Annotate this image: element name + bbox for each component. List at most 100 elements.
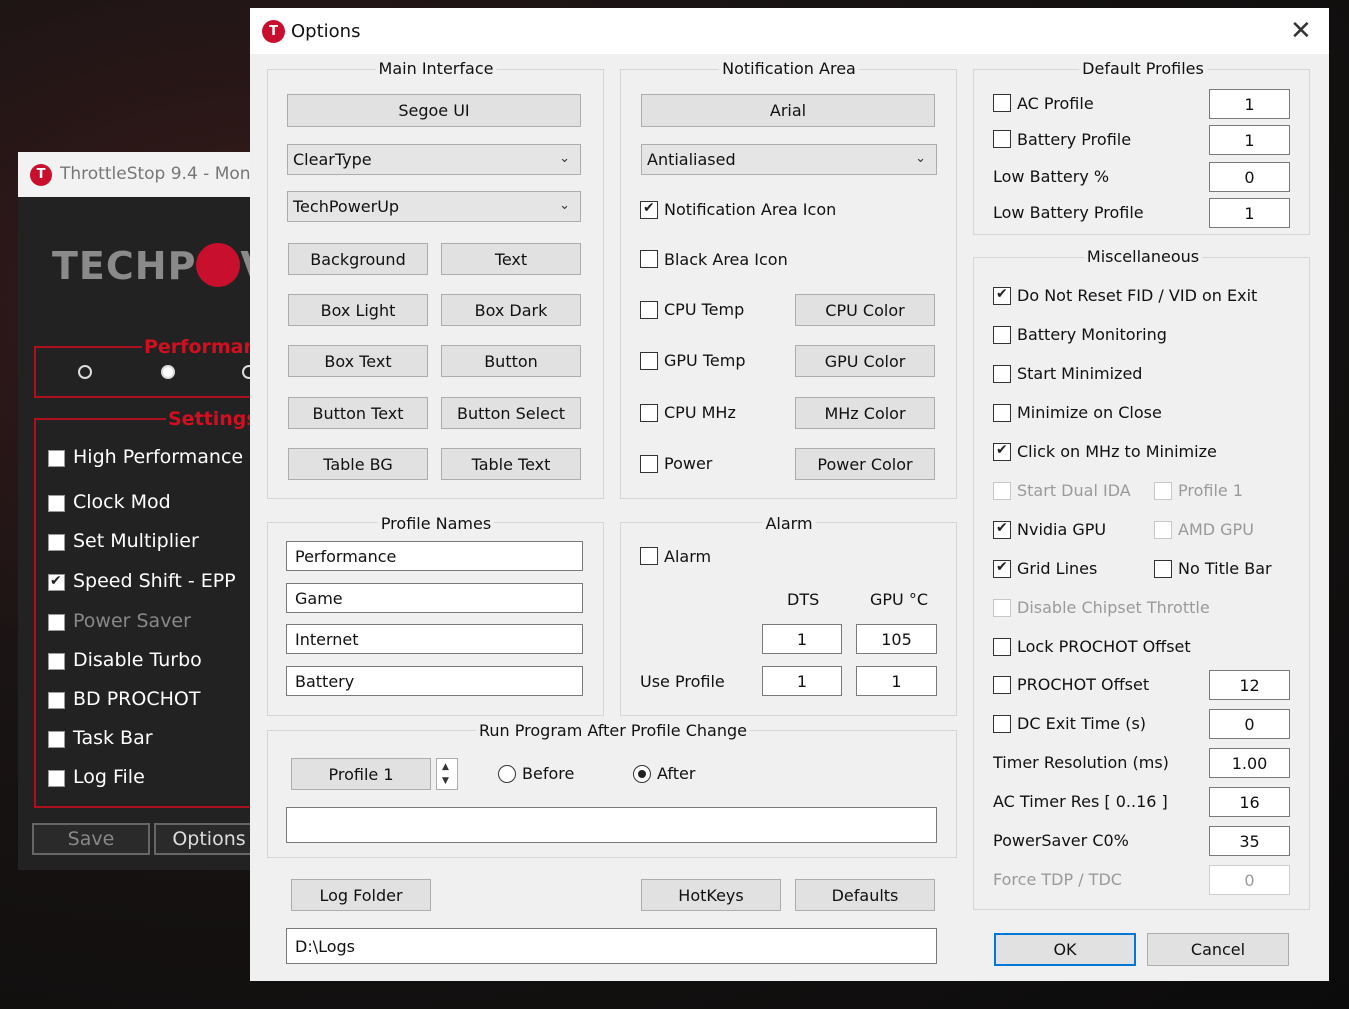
color-button[interactable]: Table Text (441, 448, 581, 480)
prochot-offset-checkbox[interactable] (993, 676, 1011, 694)
notification-color-button[interactable]: GPU Color (795, 345, 935, 377)
grid-lines-checkbox[interactable] (993, 559, 1011, 578)
notification-font-button[interactable]: Arial (641, 94, 935, 127)
dc-exit-time-checkbox[interactable] (993, 715, 1011, 733)
hotkeys-button[interactable]: HotKeys (641, 879, 781, 911)
cancel-button[interactable]: Cancel (1147, 933, 1289, 966)
powersaver-c0-input[interactable]: 35 (1209, 826, 1290, 856)
battery-monitoring-checkbox[interactable] (993, 326, 1011, 344)
default-profile-input[interactable]: 1 (1209, 198, 1290, 228)
color-button[interactable]: Box Dark (441, 294, 581, 326)
run-program-command-input[interactable] (286, 807, 937, 843)
profile-radio-1[interactable] (78, 365, 92, 379)
profile-name-input[interactable]: Game (286, 583, 583, 613)
log-folder-button[interactable]: Log Folder (291, 879, 431, 911)
log-path-input[interactable]: D:\Logs (286, 928, 937, 964)
power-icon (196, 242, 241, 287)
prochot-offset-input[interactable]: 12 (1209, 670, 1290, 700)
notification-metric-checkbox[interactable] (640, 352, 658, 370)
default-profile-checkbox[interactable] (993, 94, 1011, 112)
default-profile-input[interactable]: 0 (1209, 162, 1290, 192)
profile-radio-2[interactable] (161, 365, 175, 379)
color-button[interactable]: Button (441, 345, 581, 377)
ts-setting-checkbox[interactable] (48, 450, 65, 467)
color-button[interactable]: Box Text (288, 345, 428, 377)
ts-setting-checkbox[interactable] (48, 653, 65, 670)
start-minimized-checkbox[interactable] (993, 365, 1011, 383)
notification-metric-checkbox[interactable] (640, 404, 658, 422)
color-button[interactable]: Box Light (288, 294, 428, 326)
ts-setting-checkbox[interactable] (48, 614, 65, 631)
after-radio[interactable] (633, 765, 651, 783)
main-interface-group (267, 69, 604, 499)
color-button[interactable]: Table BG (288, 448, 428, 480)
ts-window-title: ThrottleStop 9.4 - Monit (60, 164, 262, 184)
profile-name-input[interactable]: Performance (286, 541, 583, 571)
alarm-legend: Alarm (762, 514, 816, 533)
chevron-down-icon: ⌄ (559, 151, 570, 166)
color-button[interactable]: Background (288, 243, 428, 275)
dc-exit-time-input[interactable]: 0 (1209, 709, 1290, 739)
miscellaneous-legend: Miscellaneous (1083, 247, 1203, 266)
alarm-checkbox[interactable] (640, 547, 658, 565)
lock-prochot-checkbox[interactable] (993, 638, 1011, 656)
ts-setting-checkbox[interactable] (48, 770, 65, 787)
no-title-bar-checkbox[interactable] (1154, 560, 1172, 578)
color-button[interactable]: Button Text (288, 397, 428, 429)
notification-metric-checkbox[interactable] (640, 455, 658, 473)
ts-setting-checkbox[interactable] (48, 731, 65, 748)
notification-color-button[interactable]: CPU Color (795, 294, 935, 326)
spin-down-icon[interactable]: ▼ (442, 776, 449, 786)
use-profile-dts-input[interactable]: 1 (762, 666, 842, 696)
main-theme-select[interactable]: TechPowerUp ⌄ (287, 191, 581, 222)
notification-render-value: Antialiased (647, 150, 736, 169)
ts-setting-checkbox[interactable] (48, 495, 65, 512)
ts-setting-checkbox[interactable] (48, 692, 65, 709)
notification-render-select[interactable]: Antialiased ⌄ (641, 144, 937, 175)
alarm-gpu-input[interactable]: 105 (856, 624, 937, 654)
default-profile-input[interactable]: 1 (1209, 89, 1290, 119)
ok-button[interactable]: OK (994, 933, 1136, 966)
black-area-icon-checkbox[interactable] (640, 250, 658, 268)
notification-area-icon-checkbox[interactable] (640, 200, 658, 219)
click-mhz-checkbox[interactable] (993, 442, 1011, 461)
default-profile-checkbox[interactable] (993, 130, 1011, 148)
notification-metric-checkbox[interactable] (640, 301, 658, 319)
ts-titlebar[interactable]: T ThrottleStop 9.4 - Monit (18, 152, 262, 197)
defaults-button[interactable]: Defaults (795, 879, 935, 911)
default-profile-input[interactable]: 1 (1209, 125, 1290, 155)
color-button[interactable]: Button Select (441, 397, 581, 429)
before-radio[interactable] (498, 765, 516, 783)
ts-setting-checkbox[interactable] (48, 573, 65, 591)
close-icon[interactable]: ✕ (1290, 16, 1312, 46)
nvidia-gpu-checkbox[interactable] (993, 520, 1011, 539)
profile1-label: Profile 1 (1178, 481, 1244, 500)
notification-color-button[interactable]: Power Color (795, 448, 935, 480)
use-profile-gpu-input[interactable]: 1 (856, 666, 937, 696)
ts-save-button[interactable]: Save (32, 823, 150, 855)
brand-text: TECHP (52, 244, 197, 288)
profile-select-button[interactable]: Profile 1 (291, 758, 431, 790)
minimize-on-close-checkbox[interactable] (993, 404, 1011, 422)
notification-area-group (620, 69, 957, 499)
ts-setting-checkbox[interactable] (48, 534, 65, 551)
main-render-select[interactable]: ClearType ⌄ (287, 144, 581, 175)
notification-color-button[interactable]: MHz Color (795, 397, 935, 429)
timer-resolution-input[interactable]: 1.00 (1209, 748, 1290, 778)
spin-up-icon[interactable]: ▲ (442, 762, 449, 772)
ac-timer-res-input[interactable]: 16 (1209, 787, 1290, 817)
profile-name-input[interactable]: Internet (286, 624, 583, 654)
color-button[interactable]: Text (441, 243, 581, 275)
profile-name-input[interactable]: Battery (286, 666, 583, 696)
ts-options-button[interactable]: Options (154, 823, 264, 855)
main-font-button[interactable]: Segoe UI (287, 94, 581, 127)
notification-area-icon-label: Notification Area Icon (664, 200, 837, 219)
ts-setting-label: Task Bar (73, 727, 153, 749)
do-not-reset-checkbox[interactable] (993, 286, 1011, 305)
alarm-dts-input[interactable]: 1 (762, 624, 842, 654)
throttlestop-logo-icon: T (30, 164, 52, 186)
profile-spinner[interactable]: ▲ ▼ (436, 758, 458, 790)
timer-resolution-label: Timer Resolution (ms) (993, 753, 1169, 772)
dialog-titlebar[interactable]: T Options ✕ (250, 8, 1329, 54)
lock-prochot-label: Lock PROCHOT Offset (1017, 637, 1191, 656)
